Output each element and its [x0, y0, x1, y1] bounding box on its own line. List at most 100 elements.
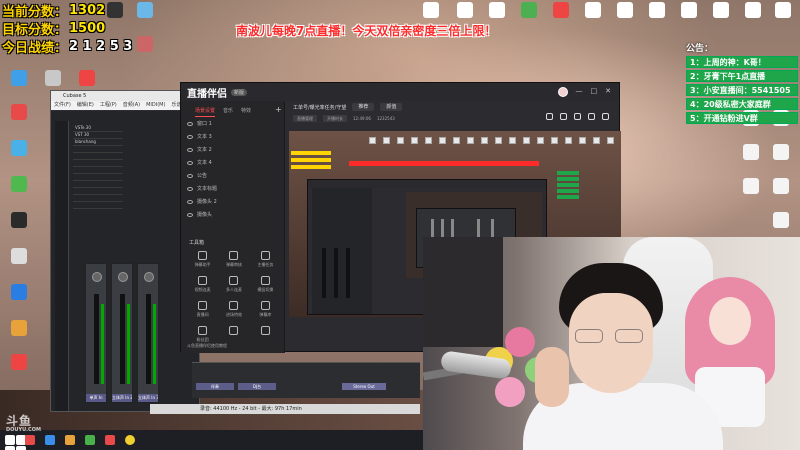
tool-button[interactable]: 主播任务 — [250, 251, 281, 268]
desktop-icon[interactable] — [608, 2, 642, 18]
eye-icon[interactable] — [187, 121, 193, 126]
settings-icon[interactable] — [574, 113, 581, 120]
eye-icon[interactable] — [187, 160, 193, 165]
taskbar-app[interactable] — [40, 430, 60, 450]
taskbar-app[interactable] — [60, 430, 80, 450]
desktop-icon[interactable] — [736, 2, 770, 18]
desktop-icon[interactable] — [70, 70, 104, 87]
menu-item[interactable]: 音频(A) — [123, 101, 140, 110]
desktop-icon[interactable] — [766, 2, 800, 18]
file-icon[interactable] — [734, 178, 768, 194]
desktop-icon[interactable] — [704, 2, 738, 18]
avatar[interactable] — [557, 87, 568, 97]
gift-icon[interactable] — [546, 113, 553, 120]
track-row[interactable] — [73, 188, 123, 195]
volume-fader[interactable] — [120, 294, 125, 384]
tool-button[interactable] — [218, 326, 249, 343]
tool-button[interactable] — [250, 326, 281, 343]
track-row[interactable] — [73, 202, 123, 209]
tool-button[interactable]: 弹幕库 — [250, 301, 281, 318]
tutorial-link[interactable]: 斗鱼直播伴侣使用教程 — [187, 343, 227, 349]
tool-button[interactable]: 视频连麦 — [187, 276, 218, 293]
desktop-icon[interactable] — [576, 2, 610, 18]
scene-item[interactable]: 文本 3 — [181, 130, 284, 143]
category-chip[interactable]: 推荐 — [352, 103, 375, 111]
track-row[interactable] — [73, 181, 123, 188]
scene-item[interactable]: 窗口 1 — [181, 117, 284, 130]
desktop-icon[interactable] — [2, 248, 36, 265]
more-icon[interactable] — [602, 113, 609, 120]
file-icon[interactable] — [764, 178, 798, 194]
desktop-icon[interactable] — [36, 70, 70, 87]
version-badge[interactable]: 新版 — [231, 88, 248, 96]
desktop-icon[interactable] — [2, 140, 36, 157]
cubase-window[interactable]: Cubase 5 文件(F) 编辑(E) 工程(P) 音频(A) MIDI(M)… — [50, 90, 200, 412]
minimize-button[interactable]: — — [576, 87, 583, 97]
volume-fader[interactable] — [94, 294, 99, 384]
bell-icon[interactable] — [588, 113, 595, 120]
tab-scene[interactable]: 场景设置 — [195, 107, 216, 117]
eye-icon[interactable] — [187, 147, 193, 152]
track-row[interactable]: VST 30 — [73, 132, 123, 139]
tool-button[interactable]: 进场特效 — [218, 301, 249, 318]
scene-item[interactable]: 文本标题 — [181, 182, 284, 195]
menu-item[interactable]: 文件(F) — [54, 101, 71, 110]
taskbar-app[interactable] — [100, 430, 120, 450]
tool-button[interactable]: 弹幕助手 — [187, 251, 218, 268]
menu-item[interactable]: 编辑(E) — [77, 101, 94, 110]
tool-button[interactable]: 弹幕审核 — [218, 251, 249, 268]
tool-button[interactable]: 横竖切换 — [250, 276, 281, 293]
desktop-icon[interactable] — [128, 36, 162, 52]
menu-item[interactable]: MIDI(M) — [146, 101, 165, 110]
track-row[interactable]: VSTe.30 — [73, 125, 123, 132]
taskbar-app[interactable] — [20, 430, 40, 450]
pan-knob[interactable] — [118, 272, 128, 282]
desktop-icon[interactable] — [640, 2, 674, 18]
close-button[interactable]: ✕ — [605, 87, 611, 97]
desktop-icon[interactable] — [2, 212, 36, 229]
mixer-channel-strip[interactable]: 单声 In — [85, 263, 107, 403]
desktop-icon[interactable] — [2, 176, 36, 193]
menu-item[interactable]: 工程(P) — [100, 101, 117, 110]
file-icon[interactable] — [764, 144, 798, 160]
eye-icon[interactable] — [187, 173, 193, 178]
track-row[interactable] — [73, 160, 123, 167]
eye-icon[interactable] — [187, 199, 193, 204]
desktop-icon[interactable] — [414, 2, 448, 18]
eye-icon[interactable] — [187, 186, 193, 191]
desktop-icon[interactable] — [672, 2, 706, 18]
track-row[interactable]: blanchang — [73, 139, 123, 146]
pan-knob[interactable] — [144, 272, 154, 282]
desktop-icon[interactable] — [448, 2, 482, 18]
scene-item[interactable]: 摄像头 — [181, 208, 284, 221]
file-icon[interactable] — [734, 144, 768, 160]
tab-music[interactable]: 音乐 — [223, 107, 233, 117]
start-button[interactable] — [0, 430, 26, 450]
desktop-icon[interactable] — [2, 354, 36, 371]
desktop-icon[interactable] — [128, 2, 162, 18]
track-row[interactable] — [73, 174, 123, 181]
desktop-icon[interactable] — [2, 284, 36, 301]
tool-button[interactable]: 多人连麦 — [218, 276, 249, 293]
file-icon[interactable] — [764, 212, 798, 228]
track-row[interactable] — [73, 167, 123, 174]
volume-fader[interactable] — [146, 294, 151, 384]
desktop-icon[interactable] — [2, 104, 36, 121]
taskbar-app[interactable] — [120, 430, 140, 450]
track-row[interactable] — [73, 153, 123, 160]
scene-item[interactable]: 公告 — [181, 169, 284, 182]
eye-icon[interactable] — [187, 212, 193, 217]
mixer-channel-strip[interactable]: 立体声 In 3 — [137, 263, 159, 403]
eye-icon[interactable] — [187, 134, 193, 139]
lock-icon[interactable] — [560, 113, 567, 120]
track-row[interactable] — [73, 195, 123, 202]
track-row[interactable] — [73, 146, 123, 153]
mixer-channel-strip[interactable]: 立体声 In 2 — [111, 263, 133, 403]
category-chip[interactable]: 颜值 — [380, 103, 403, 111]
maximize-button[interactable]: □ — [591, 87, 598, 97]
tab-effects[interactable]: 特效 — [241, 107, 251, 117]
tool-button[interactable]: 直播间 — [187, 301, 218, 318]
desktop-icon[interactable] — [480, 2, 514, 18]
taskbar-app[interactable] — [80, 430, 100, 450]
scene-item[interactable]: 文本 2 — [181, 143, 284, 156]
